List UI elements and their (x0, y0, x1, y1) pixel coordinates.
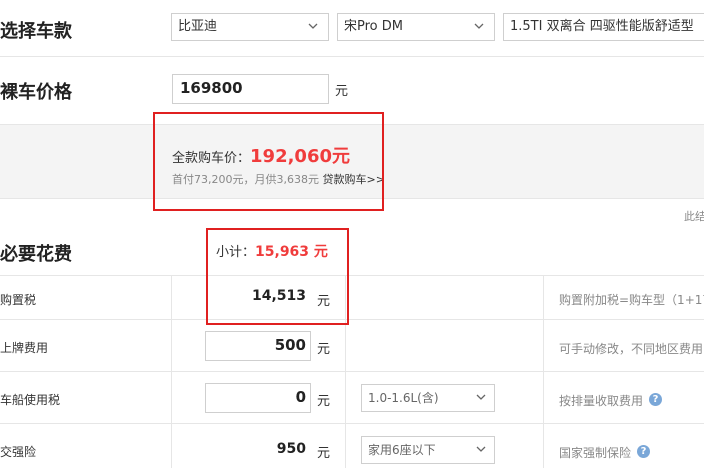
series-select-value: 宋Pro DM (344, 19, 403, 34)
model-select[interactable]: 1.5TI 双离合 四驱性能版舒适型 (503, 13, 704, 41)
displacement-select[interactable]: 1.0-1.6L(含) (361, 384, 495, 412)
license-fee-unit: 元 (317, 342, 331, 357)
row-label-compulsory-insurance: 交强险 (0, 445, 37, 459)
bare-price-unit: 元 (335, 84, 349, 99)
vehicle-tax-unit: 元 (317, 394, 331, 409)
license-fee-value: 500 (274, 336, 306, 354)
highlight-box-total (153, 112, 384, 211)
license-fee-note: 可手动修改，不同地区费用 (559, 342, 704, 356)
purchase-tax-note: 购置附加税=购车型（1+17 (559, 293, 704, 307)
row-label-vehicle-tax: 车船使用税 (0, 393, 61, 407)
brand-select[interactable]: 比亚迪 (171, 13, 329, 41)
series-select[interactable]: 宋Pro DM (337, 13, 495, 41)
displacement-select-value: 1.0-1.6L(含) (368, 391, 439, 405)
highlight-box-subtotal (206, 228, 349, 325)
vehicle-tax-value: 0 (295, 388, 306, 406)
help-icon[interactable]: ? (637, 445, 650, 458)
vehicle-tax-input[interactable]: 0 (205, 383, 311, 413)
model-select-value: 1.5TI 双离合 四驱性能版舒适型 (510, 19, 694, 34)
chevron-down-icon (476, 394, 486, 400)
compulsory-insurance-unit: 元 (317, 446, 331, 461)
license-fee-input[interactable]: 500 (205, 331, 311, 361)
compulsory-insurance-value: 950 (276, 441, 306, 457)
select-car-title: 选择车款 (0, 21, 72, 42)
chevron-down-icon (476, 446, 486, 452)
seats-select[interactable]: 家用6座以下 (361, 436, 495, 464)
bare-price-value: 169800 (180, 79, 243, 97)
bare-price-title: 裸车价格 (0, 82, 72, 103)
compulsory-insurance-note: 国家强制保险 (559, 446, 632, 460)
help-icon[interactable]: ? (649, 393, 662, 406)
cut-text: 此结 (684, 210, 704, 223)
brand-select-value: 比亚迪 (178, 19, 218, 34)
row-label-purchase-tax: 购置税 (0, 293, 37, 307)
bare-price-input[interactable]: 169800 (172, 74, 329, 104)
chevron-down-icon (308, 23, 318, 29)
required-fees-title: 必要花费 (0, 244, 72, 265)
seats-select-value: 家用6座以下 (368, 443, 436, 457)
vehicle-tax-note: 按排量收取费用 (559, 394, 644, 408)
row-label-license-fee: 上牌费用 (0, 341, 49, 355)
chevron-down-icon (474, 23, 484, 29)
